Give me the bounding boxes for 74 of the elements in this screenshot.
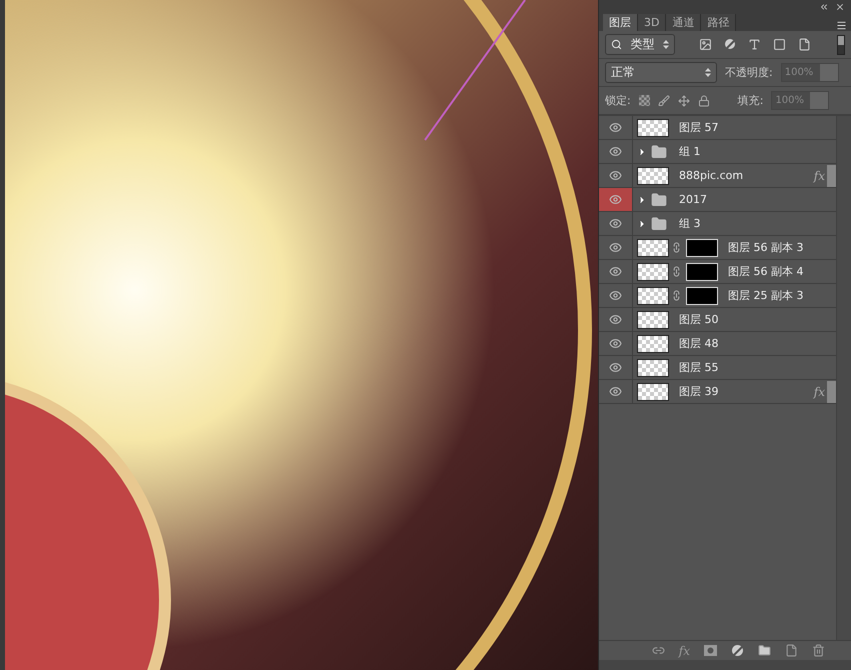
smart-object-filter-icon[interactable]: [798, 38, 811, 51]
layer-name: 图层 48: [679, 336, 718, 351]
adjustment-icon[interactable]: [731, 644, 744, 657]
mask-icon[interactable]: [704, 645, 717, 656]
panel-tab[interactable]: 图层: [603, 14, 638, 31]
layer-row[interactable]: 图层 55: [599, 356, 836, 380]
mask-thumbnail: [686, 286, 718, 304]
layer-row[interactable]: 图层 48: [599, 332, 836, 356]
lock-label: 锁定:: [605, 93, 631, 108]
layer-name: 图层 39: [679, 384, 718, 399]
close-icon[interactable]: [835, 2, 845, 12]
lock-icon[interactable]: [698, 94, 710, 106]
layer-name: 888pic.com: [679, 169, 744, 182]
search-icon: [611, 39, 622, 50]
opacity-label: 不透明度:: [725, 65, 773, 80]
layer-row[interactable]: 图层 50: [599, 308, 836, 332]
visibility-eye-icon[interactable]: [599, 188, 633, 211]
layer-row[interactable]: 组 1: [599, 140, 836, 164]
new-layer-icon[interactable]: [785, 644, 798, 657]
lock-transparency-icon[interactable]: [638, 95, 650, 106]
adjustment-filter-icon[interactable]: [724, 38, 736, 51]
up-down-arrows-icon: [705, 68, 711, 77]
collapse-icon[interactable]: [819, 2, 829, 12]
brush-icon[interactable]: [658, 94, 670, 106]
layer-thumbnail: [637, 238, 669, 256]
link-icon: [671, 290, 682, 301]
layer-name: 图层 25 副本 3: [728, 288, 804, 303]
blend-mode-dropdown[interactable]: 正常: [605, 62, 717, 83]
layer-name: 图层 56 副本 3: [728, 240, 804, 255]
link-icon: [671, 266, 682, 277]
layer-thumbnail: [637, 334, 669, 352]
layer-thumbnail: [637, 118, 669, 136]
layer-thumbnail: [637, 310, 669, 328]
layer-name: 组 3: [679, 216, 700, 231]
mask-thumbnail: [686, 238, 718, 256]
panel-tab[interactable]: 通道: [666, 14, 702, 31]
fill-label: 填充:: [738, 93, 764, 108]
type-filter-icon[interactable]: [748, 38, 761, 51]
panel-tab[interactable]: 路径: [701, 14, 736, 31]
resize-grip[interactable]: [599, 660, 851, 670]
layer-name: 图层 50: [679, 312, 718, 327]
layer-name: 组 1: [679, 144, 700, 159]
image-filter-icon[interactable]: [699, 38, 712, 51]
folder-icon: [651, 216, 667, 232]
folder-icon[interactable]: [758, 644, 771, 657]
layer-row[interactable]: 图层 25 副本 3: [599, 284, 836, 308]
move-icon[interactable]: [678, 94, 690, 106]
layer-row[interactable]: 图层 56 副本 4: [599, 260, 836, 284]
layer-row[interactable]: 图层 57: [599, 116, 836, 140]
layer-thumbnail: [637, 262, 669, 280]
layer-thumbnail: [637, 358, 669, 376]
layer-row[interactable]: 图层 39 fx: [599, 380, 836, 404]
mask-thumbnail: [686, 262, 718, 280]
layer-name: 图层 57: [679, 120, 718, 135]
layer-row[interactable]: 组 3: [599, 212, 836, 236]
layer-thumbnail: [637, 166, 669, 184]
link-icon: [671, 242, 682, 253]
up-down-arrows-icon: [663, 40, 669, 49]
filter-dropdown[interactable]: 类型: [605, 34, 675, 55]
trash-icon[interactable]: [812, 644, 825, 657]
layer-thumbnail: [637, 286, 669, 304]
scrollbar-track[interactable]: [837, 116, 851, 640]
layer-row[interactable]: 图层 56 副本 3: [599, 236, 836, 260]
layer-thumbnail: [637, 382, 669, 400]
folder-icon: [651, 144, 667, 160]
folder-icon: [651, 192, 667, 208]
layer-row[interactable]: 888pic.com fx: [599, 164, 836, 188]
layer-name: 图层 55: [679, 360, 718, 375]
layer-row[interactable]: 2017: [599, 188, 836, 212]
filter-toggle[interactable]: [837, 34, 845, 54]
layer-name: 图层 56 副本 4: [728, 264, 804, 279]
layer-name: 2017: [679, 193, 707, 206]
panel-tab[interactable]: 3D: [638, 14, 666, 31]
shape-filter-icon[interactable]: [773, 38, 786, 51]
